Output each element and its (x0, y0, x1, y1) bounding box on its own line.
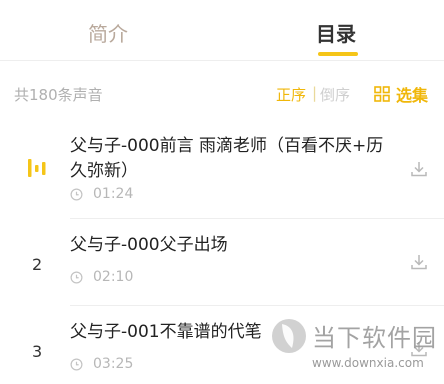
episode-meta: 01:24 (70, 186, 133, 202)
download-icon[interactable] (410, 160, 428, 178)
clock-icon (70, 188, 83, 200)
sort-ascending-button[interactable]: 正序 (276, 84, 306, 105)
episode-title: 父与子-000前言 雨滴老师（百看不厌+历久弥新） (70, 136, 384, 181)
watermark-logo-icon (272, 319, 306, 353)
episode-duration: 01:24 (93, 186, 134, 202)
select-episodes-label: 选集 (396, 86, 429, 105)
episode-title: 父与子-000父子出场 (70, 235, 228, 255)
episode-meta: 03:25 (70, 356, 133, 372)
list-item[interactable]: 2 父与子-000父子出场 02:10 (0, 219, 444, 305)
clock-icon (70, 358, 83, 370)
list-item[interactable]: 父与子-000前言 雨滴老师（百看不厌+历久弥新） 01:24 (0, 130, 444, 218)
episode-index: 2 (32, 255, 43, 274)
list-toolbar: 共180条声音 正序 | 倒序 选集 (0, 60, 444, 120)
episode-meta: 02:10 (70, 269, 133, 285)
playing-equalizer-icon (28, 159, 46, 177)
download-icon[interactable] (410, 253, 428, 271)
episode-count: 共180条声音 (14, 86, 103, 104)
clock-icon (70, 271, 83, 283)
watermark-name: 当下软件园 (312, 324, 437, 352)
tab-bar: 简介 目录 (0, 0, 444, 61)
episode-duration: 03:25 (93, 356, 134, 372)
episode-duration: 02:10 (93, 269, 134, 285)
select-episodes-button[interactable]: 选集 (374, 82, 428, 106)
active-tab-indicator (318, 52, 358, 56)
watermark: 当下软件园 www.downxia.com (270, 312, 444, 384)
sort-separator: | (312, 84, 318, 102)
sort-descending-button[interactable]: 倒序 (320, 84, 350, 105)
tab-intro[interactable]: 简介 (88, 18, 128, 47)
tab-toc[interactable]: 目录 (316, 18, 356, 47)
watermark-url: www.downxia.com (312, 356, 424, 370)
episode-index: 3 (32, 342, 43, 361)
grid-icon (374, 86, 390, 102)
